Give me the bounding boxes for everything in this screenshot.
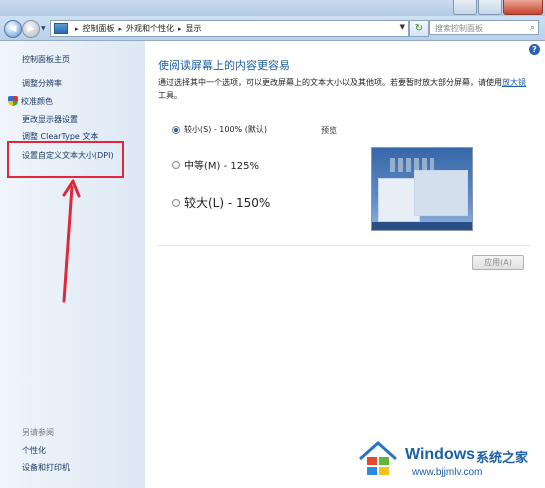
page-description: 通过选择其中一个选项，可以更改屏幕上的文本大小以及其他项。若要暂时放大部分屏幕，…: [158, 76, 528, 102]
preview-taskbar: [372, 222, 472, 230]
annotation-arrow: [62, 179, 81, 303]
address-bar[interactable]: ▸ 控制面板 ▸ 外观和个性化 ▸ 显示 ▼: [50, 20, 409, 37]
description-suffix: 工具。: [158, 91, 182, 100]
preview-label: 预览: [321, 126, 337, 135]
navigation-toolbar: ◀ ▶ ▼ ▸ 控制面板 ▸ 外观和个性化 ▸ 显示 ▼ ↻ 搜索控制面板 ⌕: [0, 16, 545, 41]
window-controls: [452, 0, 543, 15]
description-text: 通过选择其中一个选项，可以更改屏幕上的文本大小以及其他项。若要暂时放大部分屏幕，…: [158, 78, 502, 87]
option-smaller-label[interactable]: 较小(S) - 100% (默认): [184, 124, 267, 135]
minimize-button[interactable]: [453, 0, 477, 15]
recent-pages-dropdown-icon[interactable]: ▼: [41, 25, 46, 32]
sidebar-link-personalization[interactable]: 个性化: [22, 445, 46, 456]
magnifier-link[interactable]: 放大镜: [502, 78, 526, 87]
windows-logo-watermark: [359, 440, 397, 475]
sidebar-link-adjust-resolution[interactable]: 调整分辨率: [22, 78, 62, 89]
breadcrumb-arrow-icon[interactable]: ▸: [75, 25, 79, 33]
option-smaller[interactable]: 较小(S) - 100% (默认): [172, 124, 267, 135]
option-medium[interactable]: 中等(M) - 125%: [172, 157, 259, 172]
forward-button[interactable]: ▶: [22, 20, 40, 38]
watermark-brand: Windows: [405, 446, 476, 463]
option-medium-label[interactable]: 中等(M) - 125%: [184, 157, 259, 172]
apply-button[interactable]: 应用(A): [472, 255, 524, 270]
watermark-brand-cn: 系统之家: [476, 451, 529, 466]
see-also-heading: 另请参阅: [22, 428, 54, 437]
display-preview-image: [371, 147, 473, 231]
search-icon[interactable]: ⌕: [530, 21, 535, 36]
shield-icon: [8, 96, 18, 106]
sidebar-item-calibrate-color[interactable]: 校准颜色: [8, 96, 53, 107]
annotation-highlight-box: [7, 141, 124, 178]
breadcrumb-display[interactable]: 显示: [186, 23, 202, 34]
option-larger-label[interactable]: 较大(L) - 150%: [184, 194, 270, 211]
sidebar-link-control-panel-home[interactable]: 控制面板主页: [22, 54, 70, 65]
radio-medium[interactable]: [172, 160, 180, 169]
breadcrumb-arrow-icon[interactable]: ▸: [178, 25, 182, 33]
address-dropdown-icon[interactable]: ▼: [400, 23, 405, 31]
maximize-button[interactable]: [478, 0, 502, 15]
content-area: 控制面板主页 调整分辨率 校准颜色 更改显示器设置 调整 ClearType 文…: [0, 41, 545, 488]
refresh-button[interactable]: ↻: [409, 20, 429, 37]
window-titlebar: [0, 0, 545, 16]
breadcrumb-appearance[interactable]: 外观和个性化: [126, 23, 174, 34]
back-button[interactable]: ◀: [4, 20, 22, 38]
radio-larger[interactable]: [172, 198, 180, 207]
search-placeholder: 搜索控制面板: [435, 24, 483, 33]
sidebar-link-change-display-settings[interactable]: 更改显示器设置: [22, 114, 78, 125]
option-larger[interactable]: 较大(L) - 150%: [172, 194, 270, 211]
sidebar-link-calibrate-color[interactable]: 校准颜色: [21, 97, 53, 106]
help-icon[interactable]: ?: [529, 44, 540, 55]
page-title: 使阅读屏幕上的内容更容易: [158, 59, 290, 72]
watermark-url: www.bjjmlv.com: [412, 467, 483, 478]
close-button[interactable]: [503, 0, 543, 15]
breadcrumb-arrow-icon[interactable]: ▸: [119, 25, 123, 33]
breadcrumb-control-panel[interactable]: 控制面板: [83, 23, 115, 34]
preview-window-front: [414, 170, 468, 216]
sidebar-link-devices-printers[interactable]: 设备和打印机: [22, 462, 70, 473]
radio-smaller[interactable]: [172, 125, 180, 134]
content-divider: [158, 245, 530, 246]
search-input[interactable]: 搜索控制面板 ⌕: [429, 20, 539, 35]
control-panel-icon: [54, 23, 68, 34]
